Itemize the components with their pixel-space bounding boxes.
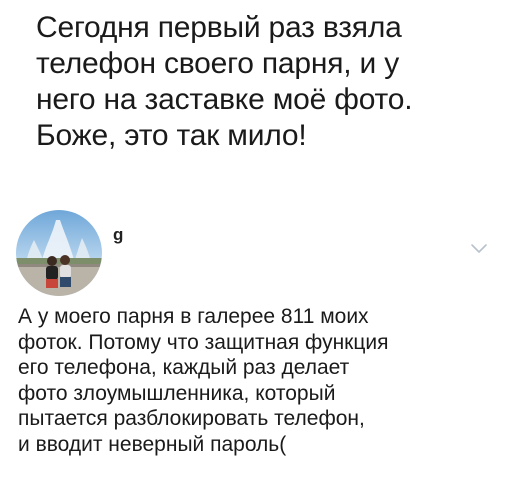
headline-line: Сегодня первый раз взяла <box>36 11 402 44</box>
post-text-line: фоток. Потому что защитная функция <box>18 330 389 354</box>
headline-line: телефон своего парня, и у <box>36 47 400 80</box>
username[interactable]: g <box>113 225 123 245</box>
post-text-line: пытается разблокировать телефон, <box>18 407 365 431</box>
post-header: g <box>0 205 512 296</box>
post-text: А у моего парня в галерее 811 моих фоток… <box>18 304 504 458</box>
post-text-line: фото злоумышленника, который <box>18 381 336 405</box>
avatar-photo <box>16 210 102 296</box>
headline-text: Сегодня первый раз взяла телефон своего … <box>36 10 496 154</box>
post-text-line: А у моего парня в галерее 811 моих <box>18 305 369 328</box>
post-text-line: его телефона, каждый раз делает <box>18 356 350 380</box>
headline-line: него на заставке моё фото. <box>36 83 413 116</box>
chevron-down-icon[interactable] <box>470 243 488 255</box>
avatar[interactable] <box>16 210 102 296</box>
headline-line: Боже, это так мило! <box>36 119 307 152</box>
post-text-line: и вводит неверный пароль( <box>18 432 287 456</box>
